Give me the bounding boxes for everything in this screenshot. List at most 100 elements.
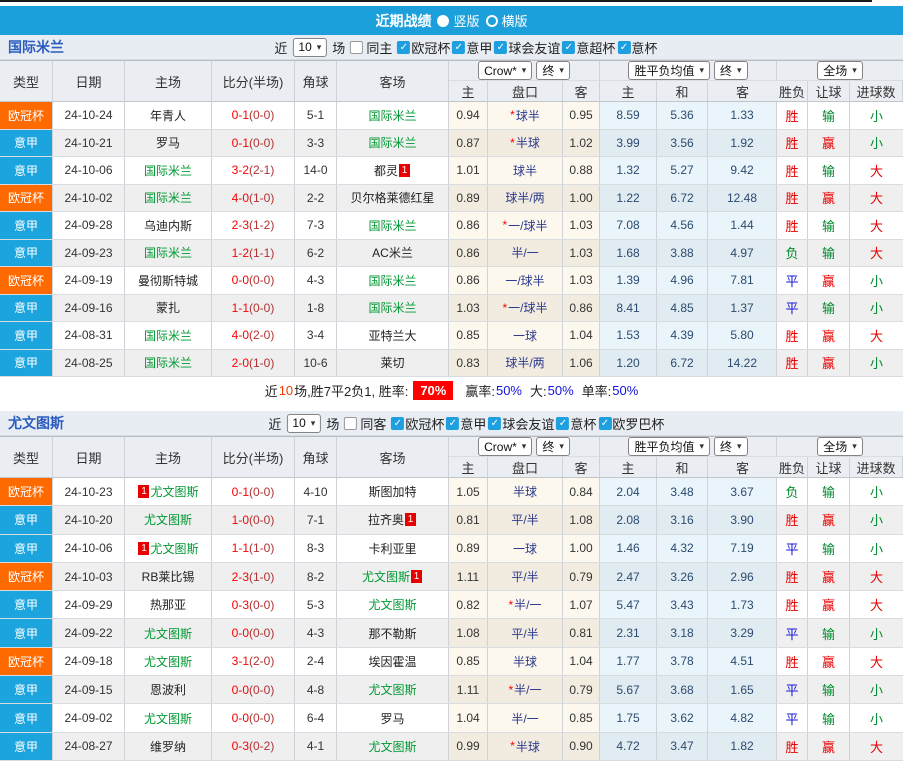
team-name-link[interactable]: 国际米兰 [0, 37, 64, 57]
avg-odds-select[interactable]: 胜平负均值 ▾ [628, 61, 710, 80]
match-count-select[interactable]: 10 ▾ [292, 37, 328, 57]
scope-select[interactable]: 全场 ▾ [817, 61, 863, 80]
avg-home-cell: 1.22 [600, 184, 657, 211]
league-filter-option[interactable]: ✓ 意甲 [452, 38, 492, 57]
league-filter-label: 欧冠杯 [411, 40, 451, 56]
filter-bar: 近 10 ▾ 场 同客 ✓ 欧冠杯 ✓ 意甲 ✓ 球会友谊 ✓ 意杯 ✓ 欧罗巴杯 [268, 413, 666, 433]
col-header-score: 比分(半场) [212, 61, 295, 101]
radio-selected-icon[interactable] [437, 14, 450, 27]
same-home-checkbox[interactable]: 同主 [350, 38, 392, 57]
team-name: 乌迪内斯 [143, 218, 192, 233]
avg-away-cell: 3.67 [708, 478, 777, 506]
same-away-checkbox[interactable]: 同客 [344, 414, 386, 433]
col-header-corner: 角球 [295, 437, 337, 477]
team-name: 罗马 [380, 711, 405, 726]
league-filter-option[interactable]: ✓ 欧罗巴杯 [598, 414, 664, 433]
home-odds-cell: 0.89 [449, 184, 488, 211]
away-team-cell: 国际米兰 [337, 267, 449, 294]
handicap-result-cell: 赢 [808, 506, 850, 534]
checkbox-checked-icon[interactable]: ✓ [391, 416, 405, 430]
bookmaker-select[interactable]: Crow* ▾ [478, 437, 533, 456]
checkbox-checked-icon[interactable]: ✓ [494, 40, 508, 54]
league-filter-option[interactable]: ✓ 意杯 [617, 38, 657, 57]
league-filter-option[interactable]: ✓ 欧冠杯 [391, 414, 444, 433]
scope-select[interactable]: 全场 ▾ [817, 437, 863, 456]
table-row: 意甲 24-09-23 国际米兰 1-2 (1-1) 6-2 AC米兰 0.86 半/一 1.03… [0, 239, 903, 267]
team-name: 尤文图斯 [143, 626, 192, 641]
scope-select-value: 全场 [823, 440, 848, 454]
avg-away-cell: 1.33 [708, 102, 777, 129]
handicap-result-cell: 输 [808, 676, 850, 704]
handicap-group-header: Crow* ▾ 终 ▾ [449, 61, 600, 81]
final-odds-select[interactable]: 终 ▾ [714, 437, 748, 456]
halftime-score: (1-0) [249, 190, 275, 205]
league-filter-label: 意甲 [466, 40, 493, 56]
fulltime-score: 1-1 [231, 541, 249, 556]
away-odds-cell: 0.79 [563, 676, 600, 704]
score-cell: 4-0 (1-0) [212, 184, 295, 211]
scope-group-header: 全场 ▾ [777, 61, 903, 81]
radio-vertical-layout[interactable]: 竖版 [437, 11, 480, 30]
league-filter-option[interactable]: ✓ 意甲 [446, 414, 486, 433]
match-count-select[interactable]: 10 ▾ [286, 413, 322, 433]
handicap-result-cell: 赢 [808, 267, 850, 294]
corner-cell: 3-3 [295, 129, 337, 156]
fulltime-score: 0-0 [231, 711, 249, 726]
checkbox-checked-icon[interactable]: ✓ [562, 40, 576, 54]
score-cell: 0-1 (0-0) [212, 129, 295, 156]
score-cell: 0-0 (0-0) [212, 704, 295, 732]
section-header: 国际米兰 近 10 ▾ 场 同主 ✓ 欧冠杯 ✓ 意甲 ✓ 球会友谊 ✓ 意超杯 ✓ 意杯 [0, 35, 903, 60]
home-team-cell: 1 尤文图斯 [125, 478, 212, 506]
checkbox-checked-icon[interactable]: ✓ [397, 40, 411, 54]
team-name-link[interactable]: 尤文图斯 [0, 413, 64, 433]
avg-odds-select[interactable]: 胜平负均值 ▾ [628, 437, 710, 456]
handicap-cell: * 半/一 [488, 591, 563, 619]
league-filter-option[interactable]: ✓ 球会友谊 [494, 38, 560, 57]
league-badge: 意甲 [0, 349, 53, 376]
avg-draw-cell: 3.47 [657, 732, 708, 760]
checkbox-checked-icon[interactable]: ✓ [598, 416, 612, 430]
final-odds-select[interactable]: 终 ▾ [536, 61, 570, 80]
league-filter-option[interactable]: ✓ 球会友谊 [488, 414, 554, 433]
checkbox-checked-icon[interactable]: ✓ [452, 40, 466, 54]
league-filter-option[interactable]: ✓ 意超杯 [562, 38, 615, 57]
halftime-score: (0-0) [249, 626, 275, 641]
halftime-score: (1-1) [249, 245, 275, 260]
col-header-avg-home: 主 [600, 457, 657, 477]
avg-home-cell: 2.04 [600, 478, 657, 506]
away-team-cell: 尤文图斯 1 [337, 562, 449, 591]
table-row: 意甲 24-08-25 国际米兰 2-0 (1-0) 10-6 莱切 0.83 球半/两 1.06… [0, 349, 903, 377]
checkbox-checked-icon[interactable]: ✓ [446, 416, 460, 430]
radio-unselected-icon[interactable] [485, 14, 498, 27]
handicap-result-cell: 输 [808, 478, 850, 506]
checkbox-checked-icon[interactable]: ✓ [617, 40, 631, 54]
chevron-down-icon: ▾ [852, 441, 857, 451]
checkbox-checked-icon[interactable]: ✓ [488, 416, 502, 430]
date-cell: 24-09-02 [53, 704, 125, 732]
home-team-cell: 国际米兰 [125, 322, 212, 349]
league-filter-option[interactable]: ✓ 欧冠杯 [397, 38, 450, 57]
col-header-away: 客场 [337, 437, 449, 477]
checkbox-checked-icon[interactable]: ✓ [556, 416, 570, 430]
radio-horizontal-layout[interactable]: 横版 [485, 11, 528, 30]
date-cell: 24-09-22 [53, 619, 125, 647]
avg-away-cell: 1.73 [708, 591, 777, 619]
result-cell: 平 [777, 619, 808, 647]
handicap-cell: 一球 [488, 322, 563, 349]
avg-draw-cell: 4.96 [657, 267, 708, 294]
league-badge: 欧冠杯 [0, 647, 53, 676]
league-filter-option[interactable]: ✓ 意杯 [556, 414, 596, 433]
title-bar: 近期战绩 竖版 横版 [0, 6, 903, 35]
final-odds-select[interactable]: 终 ▾ [714, 61, 748, 80]
col-header-corner: 角球 [295, 61, 337, 101]
final-odds-select[interactable]: 终 ▾ [536, 437, 570, 456]
halftime-score: (0-0) [249, 300, 275, 315]
bookmaker-select[interactable]: Crow* ▾ [478, 61, 533, 80]
goals-result-cell: 小 [869, 485, 883, 501]
score-cell: 0-1 (0-0) [212, 478, 295, 506]
checkbox-icon[interactable] [350, 40, 364, 54]
away-odds-cell: 0.95 [563, 102, 600, 129]
checkbox-icon[interactable] [344, 416, 358, 430]
handicap-text: 一球 [512, 328, 537, 343]
table-row: 意甲 24-09-29 热那亚 0-3 (0-0) 5-3 尤文图斯 0.82 * 半/一 1.07… [0, 591, 903, 620]
